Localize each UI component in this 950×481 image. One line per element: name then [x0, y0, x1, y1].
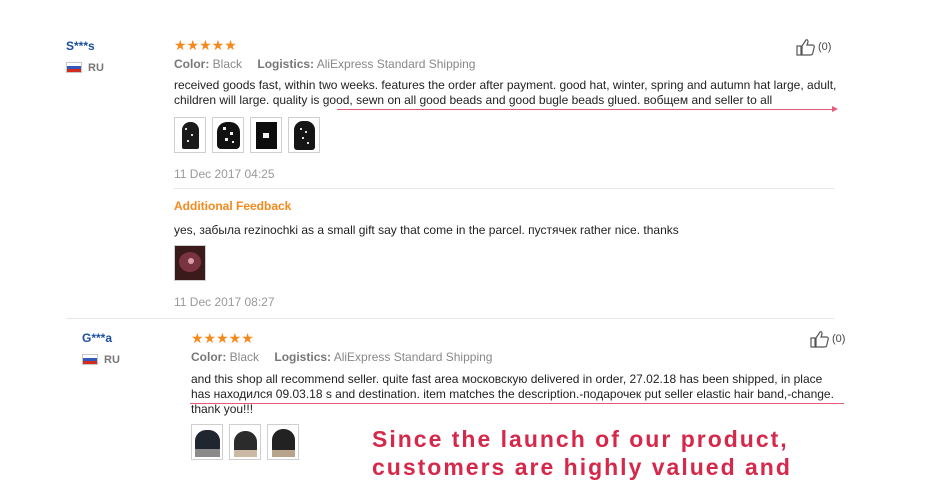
rating-stars: ★★★★★: [191, 330, 254, 346]
logistics-value: AliExpress Standard Shipping: [333, 350, 493, 364]
reviewer-country: RU: [104, 354, 120, 366]
promo-overlay-line-1: Since the launch of our product,: [372, 426, 789, 452]
reviewer-name[interactable]: G***a: [82, 331, 112, 345]
logistics-label: Logistics:: [274, 350, 332, 364]
helpful-count: (0): [832, 333, 846, 345]
color-label: Color:: [191, 350, 227, 364]
thumbs-up-icon: [810, 331, 829, 348]
review-photos: [191, 424, 299, 460]
review-photo[interactable]: [267, 424, 299, 460]
review-photo[interactable]: [191, 424, 223, 460]
review-text: and this shop all recommend seller. quit…: [191, 372, 834, 416]
color-value: Black: [229, 350, 260, 364]
review-photo[interactable]: [229, 424, 261, 460]
russia-flag-icon: [82, 354, 98, 365]
helpful-button[interactable]: (0): [810, 330, 845, 348]
order-info: Color: Black Logistics: AliExpress Stand…: [191, 350, 504, 364]
review-2: G***a RU ★★★★★ Color: Black Logistics: A…: [0, 0, 950, 468]
highlight-underline: [190, 403, 844, 404]
